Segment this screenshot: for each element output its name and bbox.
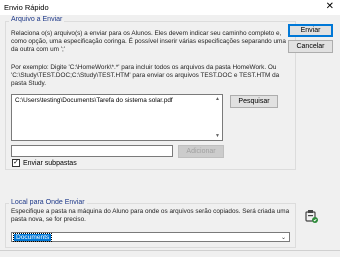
destination-description: Especifique a pasta na máquina do Aluno …	[11, 208, 290, 224]
destination-group-legend: Local para Onde Enviar	[9, 199, 87, 206]
file-list-item[interactable]: C:\Users\testing\Documents\Tarefa do sis…	[15, 97, 173, 104]
new-file-input[interactable]	[11, 145, 173, 157]
add-button[interactable]: Adicionar	[178, 145, 224, 158]
files-group-legend: Arquivo a Enviar	[9, 16, 65, 23]
destination-select[interactable]: Documents ⌄	[11, 232, 290, 242]
scroll-up-icon[interactable]: ▲	[215, 96, 220, 102]
browse-button[interactable]: Pesquisar	[230, 95, 278, 108]
scroll-down-icon[interactable]: ▼	[215, 133, 220, 139]
file-list[interactable]: C:\Users\testing\Documents\Tarefa do sis…	[11, 94, 223, 141]
title-bar: Envio Rápido ✕	[0, 0, 340, 15]
files-description: Relaciona o(s) arquivo(s) a enviar para …	[11, 30, 286, 54]
cancel-button[interactable]: Cancelar	[288, 40, 333, 53]
destination-select-value: Documents	[12, 233, 53, 242]
send-subfolders-checkbox[interactable]: ✓	[12, 159, 20, 167]
bottom-divider	[0, 250, 340, 251]
send-button[interactable]: Enviar	[288, 24, 333, 37]
window-title: Envio Rápido	[4, 3, 49, 12]
close-icon[interactable]: ✕	[326, 1, 334, 13]
student-machine-icon	[304, 208, 318, 224]
files-example: Por exemplo: Digite 'C:\HomeWork\*.*' pa…	[11, 64, 280, 88]
chevron-down-icon[interactable]: ⌄	[281, 234, 286, 241]
send-subfolders-label: Enviar subpastas	[23, 160, 77, 167]
